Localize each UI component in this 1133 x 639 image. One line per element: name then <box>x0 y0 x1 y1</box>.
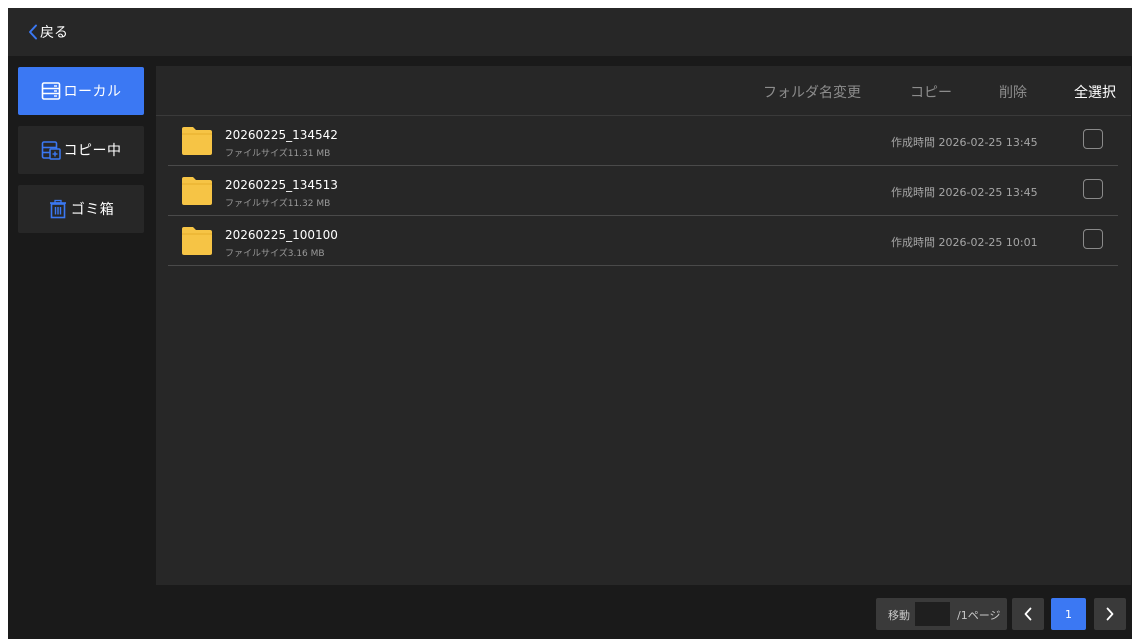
created-time: 作成時間 2026-02-25 13:45 <box>891 136 1038 149</box>
storage-icon <box>41 81 61 101</box>
goto-label: 移動 <box>888 609 910 622</box>
folder-icon <box>182 127 212 155</box>
sidebar-item-local[interactable]: ローカル <box>18 67 144 115</box>
sidebar-item-label: コピー中 <box>63 143 122 159</box>
app-screen: 戻る ローカル コピー中 ゴミ箱 フォルダ名変更 コピー 削除 全選択 2026… <box>8 8 1132 639</box>
sidebar-item-trash[interactable]: ゴミ箱 <box>18 185 144 233</box>
prev-page-button[interactable] <box>1012 598 1044 630</box>
folder-icon <box>182 227 212 255</box>
created-time: 作成時間 2026-02-25 13:45 <box>891 186 1038 199</box>
page-input[interactable] <box>915 602 950 626</box>
file-toolbar: フォルダ名変更 コピー 削除 全選択 <box>156 66 1131 116</box>
sidebar-item-copying[interactable]: コピー中 <box>18 126 144 174</box>
page-number-button[interactable]: 1 <box>1051 598 1086 630</box>
file-list-panel: フォルダ名変更 コピー 削除 全選択 20260225_134542 ファイルサ… <box>156 66 1131 585</box>
back-button[interactable]: 戻る <box>27 21 68 43</box>
top-bar: 戻る <box>8 8 1132 56</box>
row-checkbox[interactable] <box>1083 179 1103 199</box>
chevron-right-icon <box>1106 607 1114 621</box>
file-size: ファイルサイズ3.16 MB <box>225 249 325 259</box>
file-row[interactable]: 20260225_134513 ファイルサイズ11.32 MB 作成時間 202… <box>168 166 1118 216</box>
file-row[interactable]: 20260225_100100 ファイルサイズ3.16 MB 作成時間 2026… <box>168 216 1118 266</box>
chevron-left-icon <box>29 24 37 40</box>
next-page-button[interactable] <box>1094 598 1126 630</box>
rename-folder-button[interactable]: フォルダ名変更 <box>763 82 861 102</box>
file-name: 20260225_100100 <box>225 228 338 242</box>
select-all-button[interactable]: 全選択 <box>1074 82 1116 102</box>
trash-icon <box>48 199 68 219</box>
page-jump: 移動 /1ページ <box>876 598 1007 630</box>
back-label: 戻る <box>40 25 68 41</box>
sidebar-item-label: ゴミ箱 <box>70 202 115 218</box>
file-name: 20260225_134513 <box>225 178 338 192</box>
file-name: 20260225_134542 <box>225 128 338 142</box>
copy-button[interactable]: コピー <box>910 82 952 102</box>
page-total-label: /1ページ <box>957 609 1001 622</box>
delete-button[interactable]: 削除 <box>999 82 1027 102</box>
chevron-left-icon <box>1024 607 1032 621</box>
row-checkbox[interactable] <box>1083 129 1103 149</box>
folder-icon <box>182 177 212 205</box>
row-checkbox[interactable] <box>1083 229 1103 249</box>
file-size: ファイルサイズ11.31 MB <box>225 149 331 159</box>
sidebar-item-label: ローカル <box>63 84 122 100</box>
copy-storage-icon <box>41 140 61 160</box>
file-row[interactable]: 20260225_134542 ファイルサイズ11.31 MB 作成時間 202… <box>168 116 1118 166</box>
created-time: 作成時間 2026-02-25 10:01 <box>891 236 1038 249</box>
file-size: ファイルサイズ11.32 MB <box>225 199 331 209</box>
